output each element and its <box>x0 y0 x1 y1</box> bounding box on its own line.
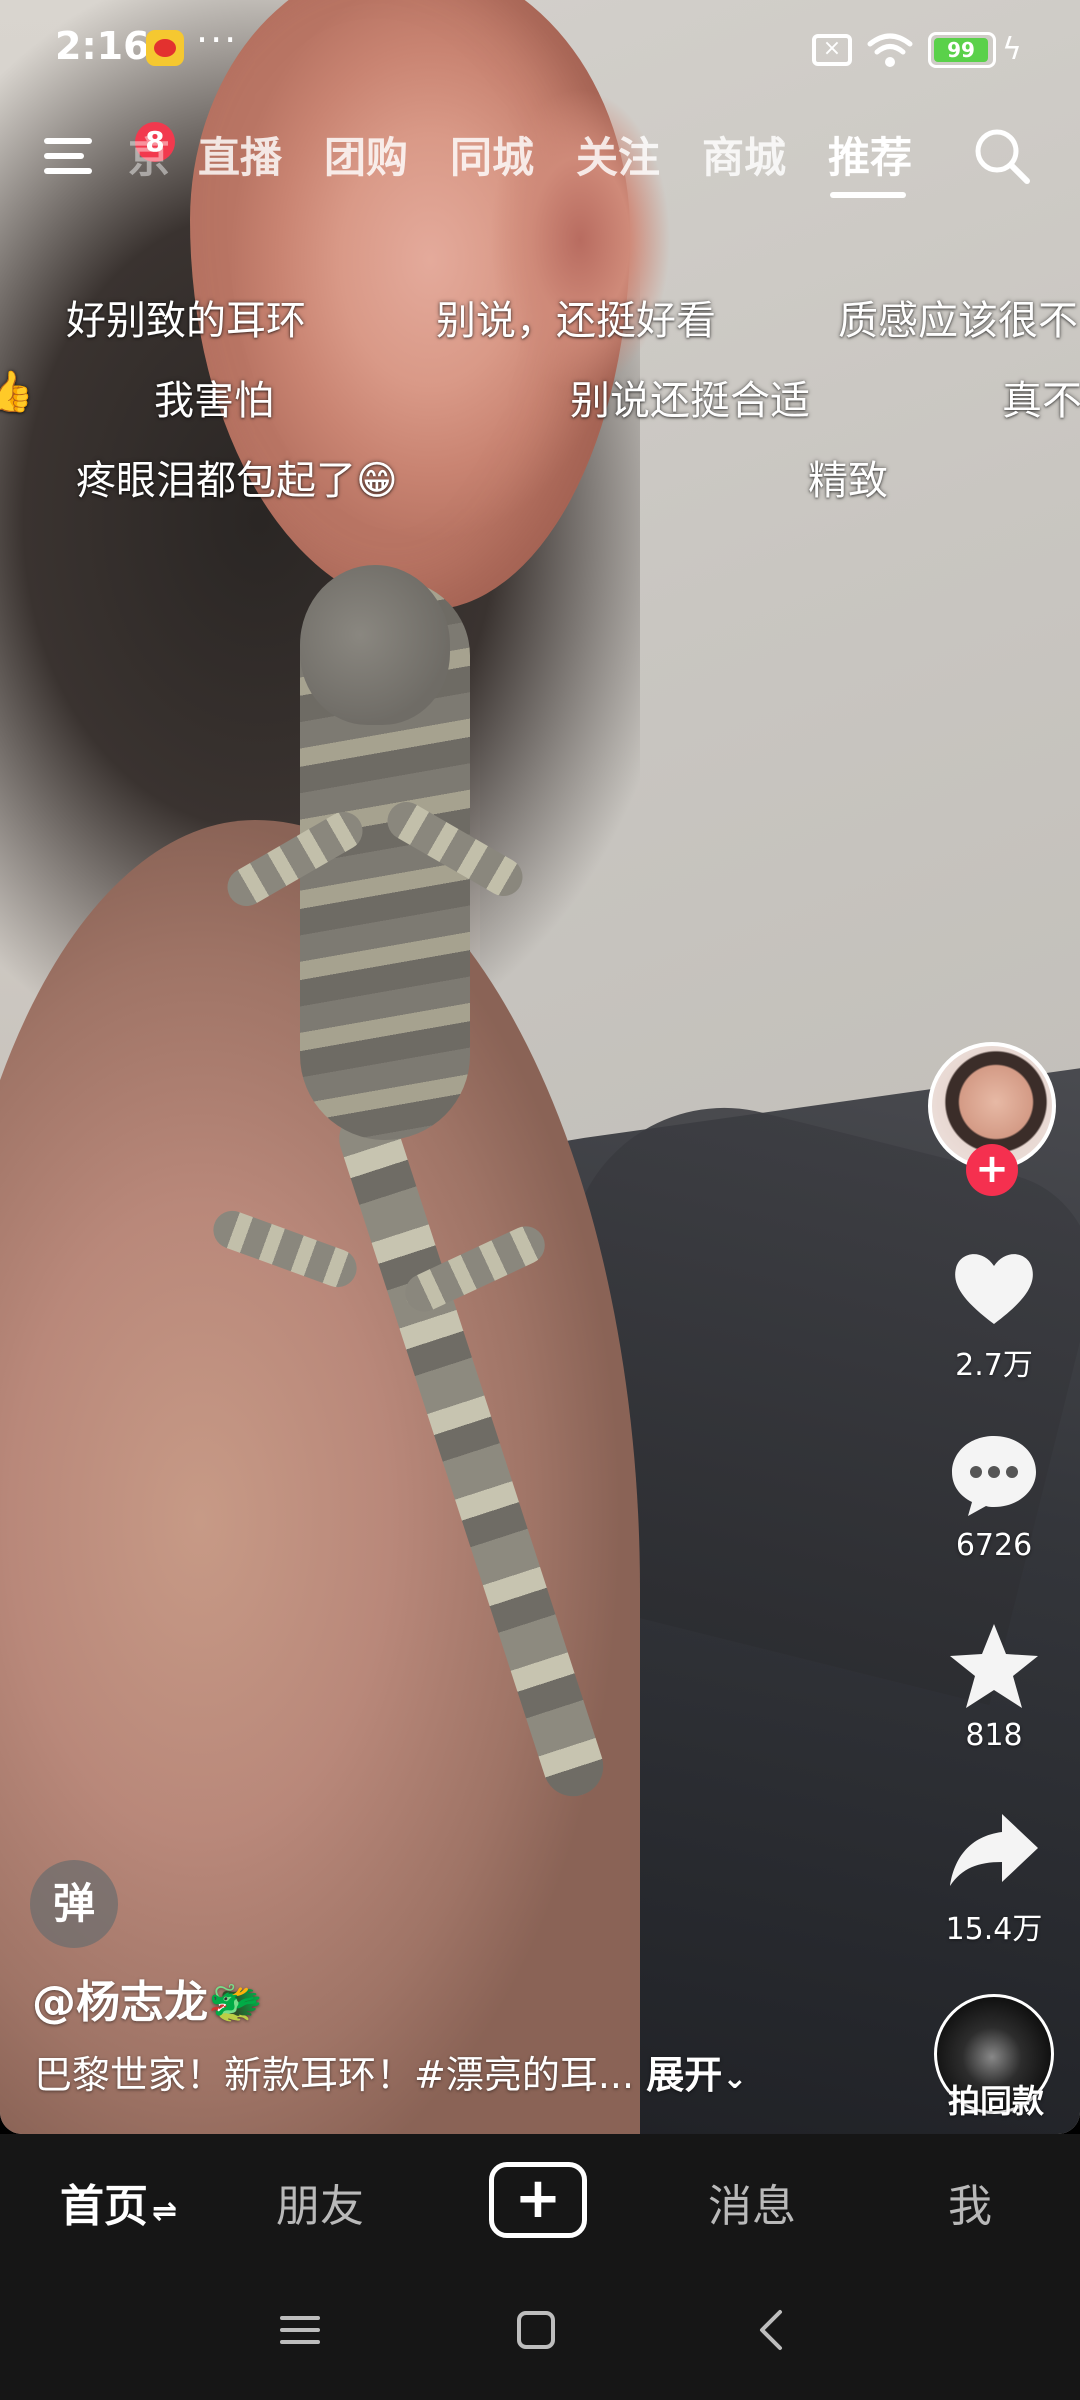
danmaku-comment: 别说还挺合适 <box>570 378 810 424</box>
active-tab-indicator <box>830 192 906 198</box>
tab-recommend[interactable]: 推荐 <box>828 124 912 185</box>
tab-home-label: 首页 <box>60 2181 148 2232</box>
tab-home[interactable]: 首页 ⇌ <box>60 2170 177 2234</box>
danmaku-comment: 真不 <box>1002 378 1080 424</box>
expand-button[interactable]: 展开 <box>646 2053 722 2097</box>
comment-count: 6726 <box>955 1528 1033 1563</box>
danmaku-comment: 👍 <box>0 369 34 415</box>
chevron-down-icon: ⌄ <box>722 2061 748 2096</box>
status-overflow: ··· <box>196 18 239 62</box>
favorite-count: 818 <box>965 1718 1023 1753</box>
tab-friends[interactable]: 朋友 <box>276 2170 364 2234</box>
caption-text: 巴黎世家！新款耳环！#漂亮的耳... <box>34 2053 635 2097</box>
tab-messages[interactable]: 消息 <box>708 2170 796 2234</box>
danmaku-comment: 精致 <box>808 458 888 504</box>
charging-icon: ϟ <box>1002 32 1022 67</box>
status-bar: 2:16 ··· × 99 ϟ <box>0 0 1080 100</box>
status-time: 2:16 <box>55 24 150 68</box>
wifi-icon <box>867 33 913 67</box>
danmaku-comment: 好别致的耳环 <box>66 298 306 344</box>
tab-following[interactable]: 关注 <box>576 124 660 185</box>
danmaku-toggle-button[interactable]: 弹 <box>30 1860 118 1948</box>
share-icon[interactable] <box>946 1804 1042 1900</box>
tab-local[interactable]: 同城 <box>450 124 534 185</box>
danmaku-comment: 别说，还挺好看 <box>436 298 716 344</box>
follow-button[interactable]: + <box>966 1144 1018 1196</box>
battery-level: 99 <box>934 38 988 62</box>
tab-live[interactable]: 直播 <box>198 124 282 185</box>
tab-me[interactable]: 我 <box>948 2170 992 2234</box>
home-icon[interactable] <box>512 2306 560 2354</box>
share-count: 15.4万 <box>945 1912 1043 1947</box>
like-icon[interactable] <box>946 1240 1042 1336</box>
author-name[interactable]: @杨志龙🐲 <box>32 1966 263 2030</box>
menu-button[interactable]: 8 <box>44 122 175 182</box>
sim-blocked-icon: × <box>812 34 852 66</box>
recent-apps-icon[interactable] <box>276 2306 324 2354</box>
system-nav-bar <box>0 2262 1080 2400</box>
danmaku-comment: 质感应该很不 <box>838 298 1078 344</box>
back-icon[interactable] <box>748 2306 796 2354</box>
comment-icon[interactable] <box>946 1426 1042 1522</box>
like-count: 2.7万 <box>955 1348 1033 1383</box>
battery-icon: 99 <box>928 32 996 68</box>
top-nav: 8 京 直播 团购 同城 关注 商城 推荐 <box>0 110 1080 210</box>
gecko-head <box>300 565 450 725</box>
danmaku-comment: 我害怕 <box>154 378 274 424</box>
tab-groupbuy[interactable]: 团购 <box>324 124 408 185</box>
video-caption[interactable]: 巴黎世家！新款耳环！#漂亮的耳... 展开⌄ <box>34 2044 747 2099</box>
same-style-label[interactable]: 拍同款 <box>932 2076 1060 2122</box>
weibo-notification-icon <box>146 30 184 66</box>
search-icon[interactable] <box>972 126 1032 186</box>
favorite-star-icon[interactable] <box>946 1618 1042 1714</box>
create-post-button[interactable]: + <box>489 2162 587 2238</box>
bottom-tab-bar: 首页 ⇌ 朋友 + 消息 我 <box>0 2134 1080 2262</box>
tab-mall[interactable]: 商城 <box>702 124 786 185</box>
danmaku-comment: 疼眼泪都包起了😁 <box>76 458 398 504</box>
swap-icon: ⇌ <box>152 2194 178 2229</box>
tab-partial[interactable]: 京 <box>128 124 170 185</box>
screen: 2:16 ··· × 99 ϟ 8 京 直播 团购 同城 关注 商城 推荐 好别… <box>0 0 1080 2400</box>
